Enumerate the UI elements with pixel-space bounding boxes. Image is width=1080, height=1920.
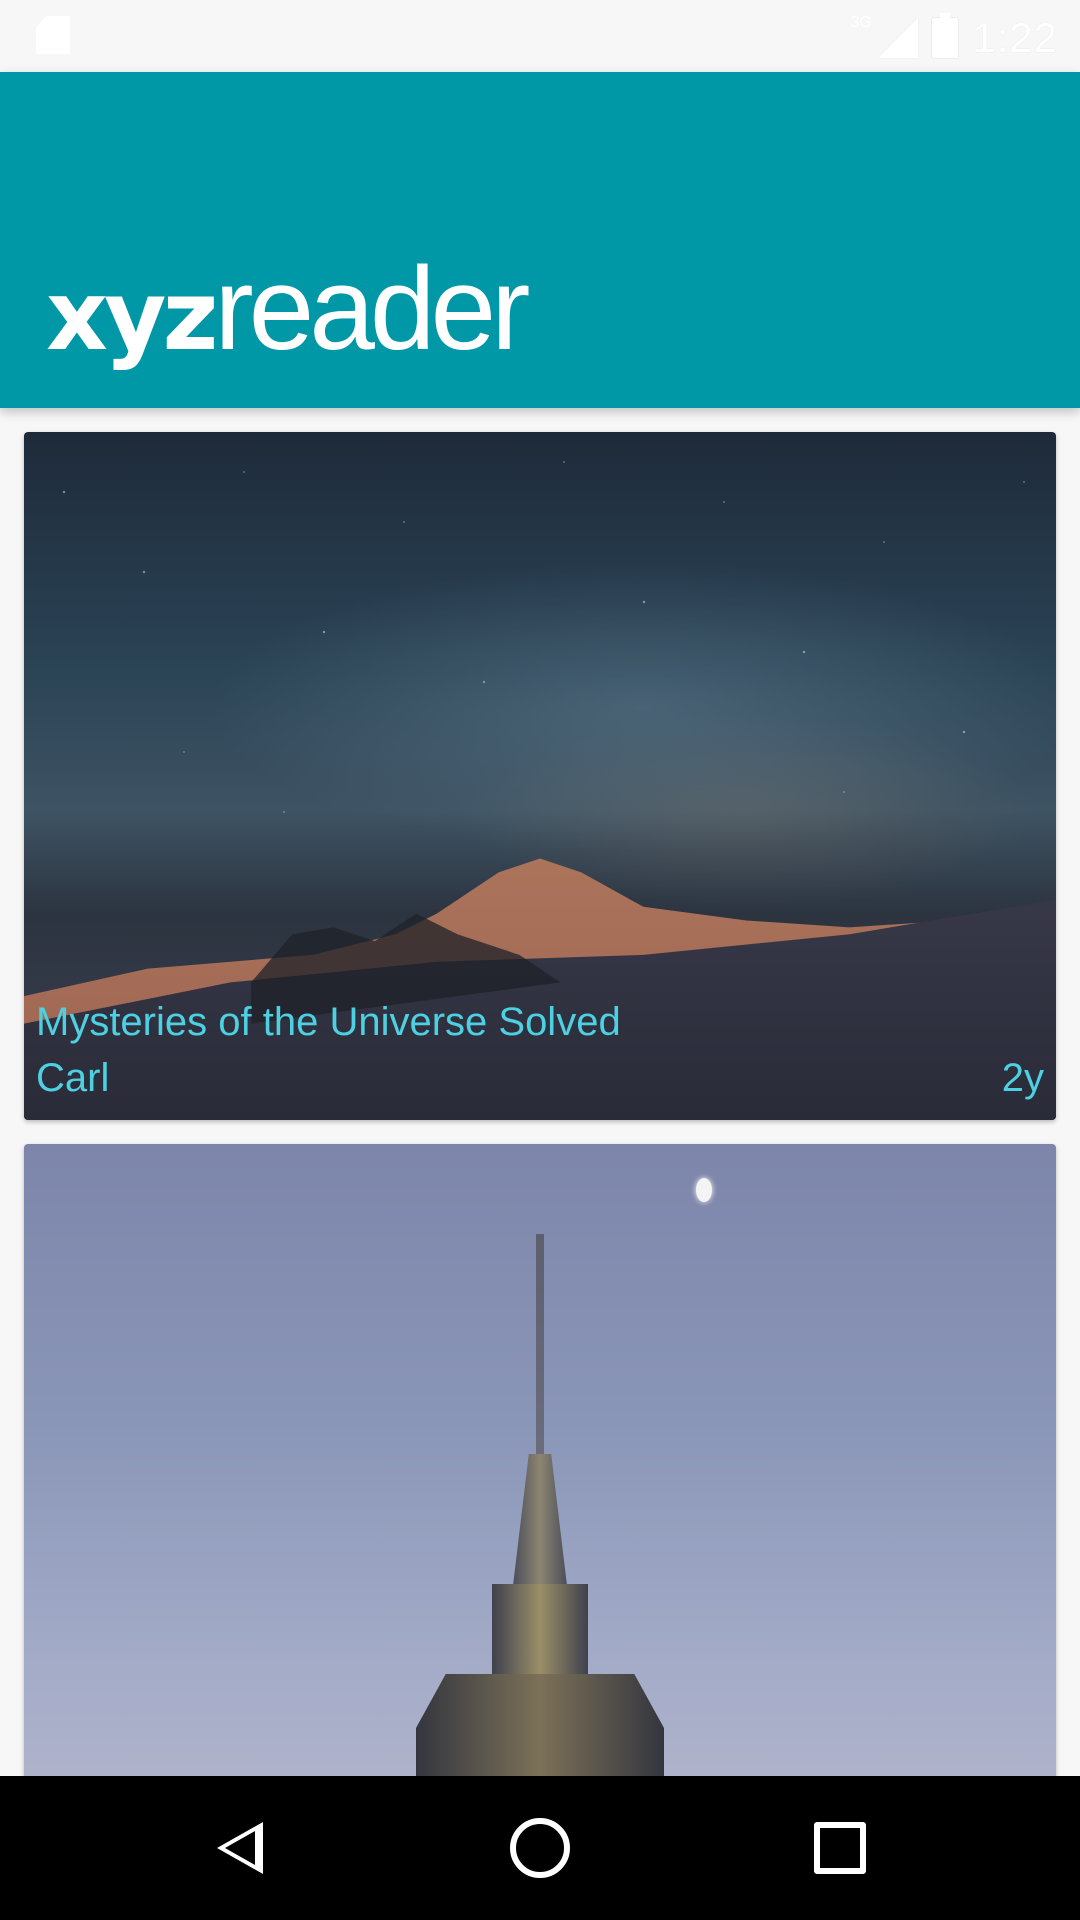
article-card[interactable] bbox=[24, 1144, 1056, 1776]
article-list[interactable]: Mysteries of the Universe Solved Carl 2y bbox=[0, 408, 1080, 1776]
logo-bold-text: xyz bbox=[46, 260, 218, 372]
logo-light-text: reader bbox=[214, 243, 530, 375]
tower-top-decoration bbox=[512, 1454, 568, 1594]
home-icon bbox=[510, 1818, 570, 1878]
tower-mid-decoration bbox=[492, 1584, 588, 1684]
sd-card-icon bbox=[36, 16, 70, 54]
back-button[interactable] bbox=[208, 1816, 272, 1880]
article-title: Mysteries of the Universe Solved bbox=[36, 1000, 621, 1044]
app-logo: xyz reader bbox=[46, 243, 530, 375]
status-clock: 1:22 bbox=[972, 14, 1058, 61]
signal-icon bbox=[874, 16, 918, 60]
article-thumbnail bbox=[24, 1144, 1056, 1776]
home-button[interactable] bbox=[508, 1816, 572, 1880]
article-meta: Mysteries of the Universe Solved Carl 2y bbox=[36, 1000, 1044, 1120]
back-icon bbox=[217, 1822, 263, 1874]
tower-base-decoration bbox=[416, 1674, 664, 1776]
status-bar: 3G 1:22 bbox=[0, 0, 1080, 72]
article-age: 2y bbox=[1001, 1056, 1044, 1100]
status-icons: 1:22 bbox=[874, 8, 1058, 68]
recents-button[interactable] bbox=[808, 1816, 872, 1880]
spire-decoration bbox=[536, 1234, 544, 1464]
app-bar: xyz reader bbox=[0, 72, 1080, 408]
stars-decoration bbox=[24, 432, 1056, 914]
network-type-label: 3G bbox=[850, 14, 872, 31]
article-card[interactable]: Mysteries of the Universe Solved Carl 2y bbox=[24, 432, 1056, 1120]
navigation-bar bbox=[0, 1776, 1080, 1920]
moon-decoration bbox=[696, 1178, 712, 1202]
article-author: Carl bbox=[36, 1056, 110, 1100]
recents-icon bbox=[814, 1822, 866, 1874]
battery-icon bbox=[932, 13, 959, 58]
